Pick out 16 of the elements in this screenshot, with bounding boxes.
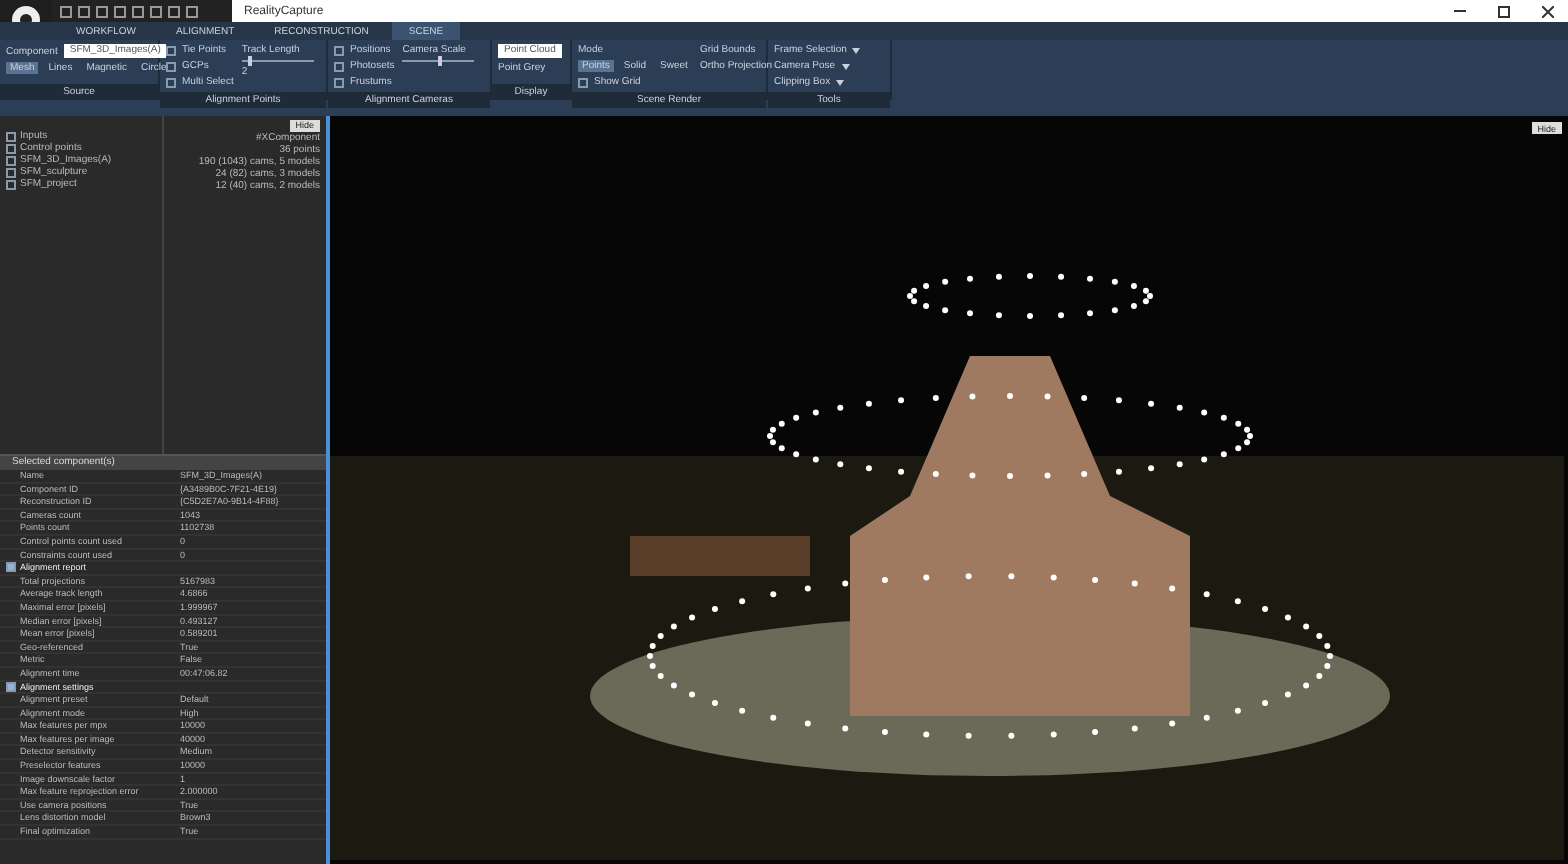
caret-icon (836, 79, 845, 85)
slider-thumb[interactable] (438, 56, 443, 66)
checkbox[interactable] (334, 45, 344, 55)
caret-icon (852, 47, 861, 53)
checkbox[interactable] (578, 77, 588, 87)
caret-icon (841, 63, 850, 69)
close-icon[interactable] (1542, 5, 1554, 17)
checkbox[interactable] (166, 61, 176, 71)
checkbox[interactable] (166, 45, 176, 55)
collapse-icon[interactable] (6, 681, 16, 692)
collapse-icon[interactable] (6, 562, 16, 573)
checkbox[interactable] (334, 77, 344, 87)
checkbox[interactable] (334, 61, 344, 71)
maximize-icon[interactable] (1498, 5, 1510, 17)
checkbox[interactable] (166, 77, 176, 87)
slider-thumb[interactable] (248, 56, 253, 66)
